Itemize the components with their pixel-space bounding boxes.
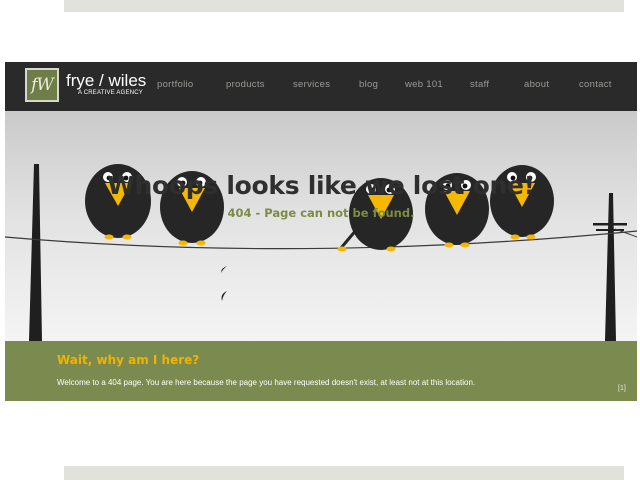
- top-navigation: fW frye / wiles A CREATIVE AGENCY portfo…: [5, 62, 637, 111]
- logo-mark: fW: [31, 75, 54, 95]
- falling-feather-2: [221, 291, 227, 301]
- bottom-divider-bar: [64, 466, 624, 480]
- nav-link-services[interactable]: services: [293, 79, 330, 90]
- nav-link-web101[interactable]: web 101: [405, 79, 443, 90]
- nav-link-staff[interactable]: staff: [470, 79, 489, 90]
- error-headline: Whoops looks like we lost one!: [107, 171, 535, 200]
- nav-link-portfolio[interactable]: portfolio: [157, 79, 194, 90]
- power-line-main: [5, 230, 637, 250]
- top-divider-bar: [64, 0, 624, 12]
- explanation-heading: Wait, why am I here?: [57, 353, 200, 367]
- brand-name[interactable]: frye / wiles: [66, 71, 146, 91]
- website-screenshot: fW frye / wiles A CREATIVE AGENCY portfo…: [5, 62, 637, 401]
- logo[interactable]: fW: [25, 68, 59, 102]
- birds-on-wire-illustration: [5, 164, 637, 341]
- nav-link-products[interactable]: products: [226, 79, 265, 90]
- explanation-text: Welcome to a 404 page. You are here beca…: [57, 378, 476, 387]
- brand-tagline: A CREATIVE AGENCY: [78, 90, 143, 96]
- explanation-panel: Wait, why am I here? Welcome to a 404 pa…: [5, 341, 637, 401]
- footnote-reference: [1]: [618, 385, 626, 392]
- falling-feather-1: [221, 266, 227, 273]
- nav-link-about[interactable]: about: [524, 79, 549, 90]
- error-code-text: 404 - Page can not be found.: [227, 206, 415, 220]
- nav-link-blog[interactable]: blog: [359, 79, 378, 90]
- nav-link-contact[interactable]: contact: [579, 79, 612, 90]
- error-hero: Whoops looks like we lost one! 404 - Pag…: [5, 111, 637, 341]
